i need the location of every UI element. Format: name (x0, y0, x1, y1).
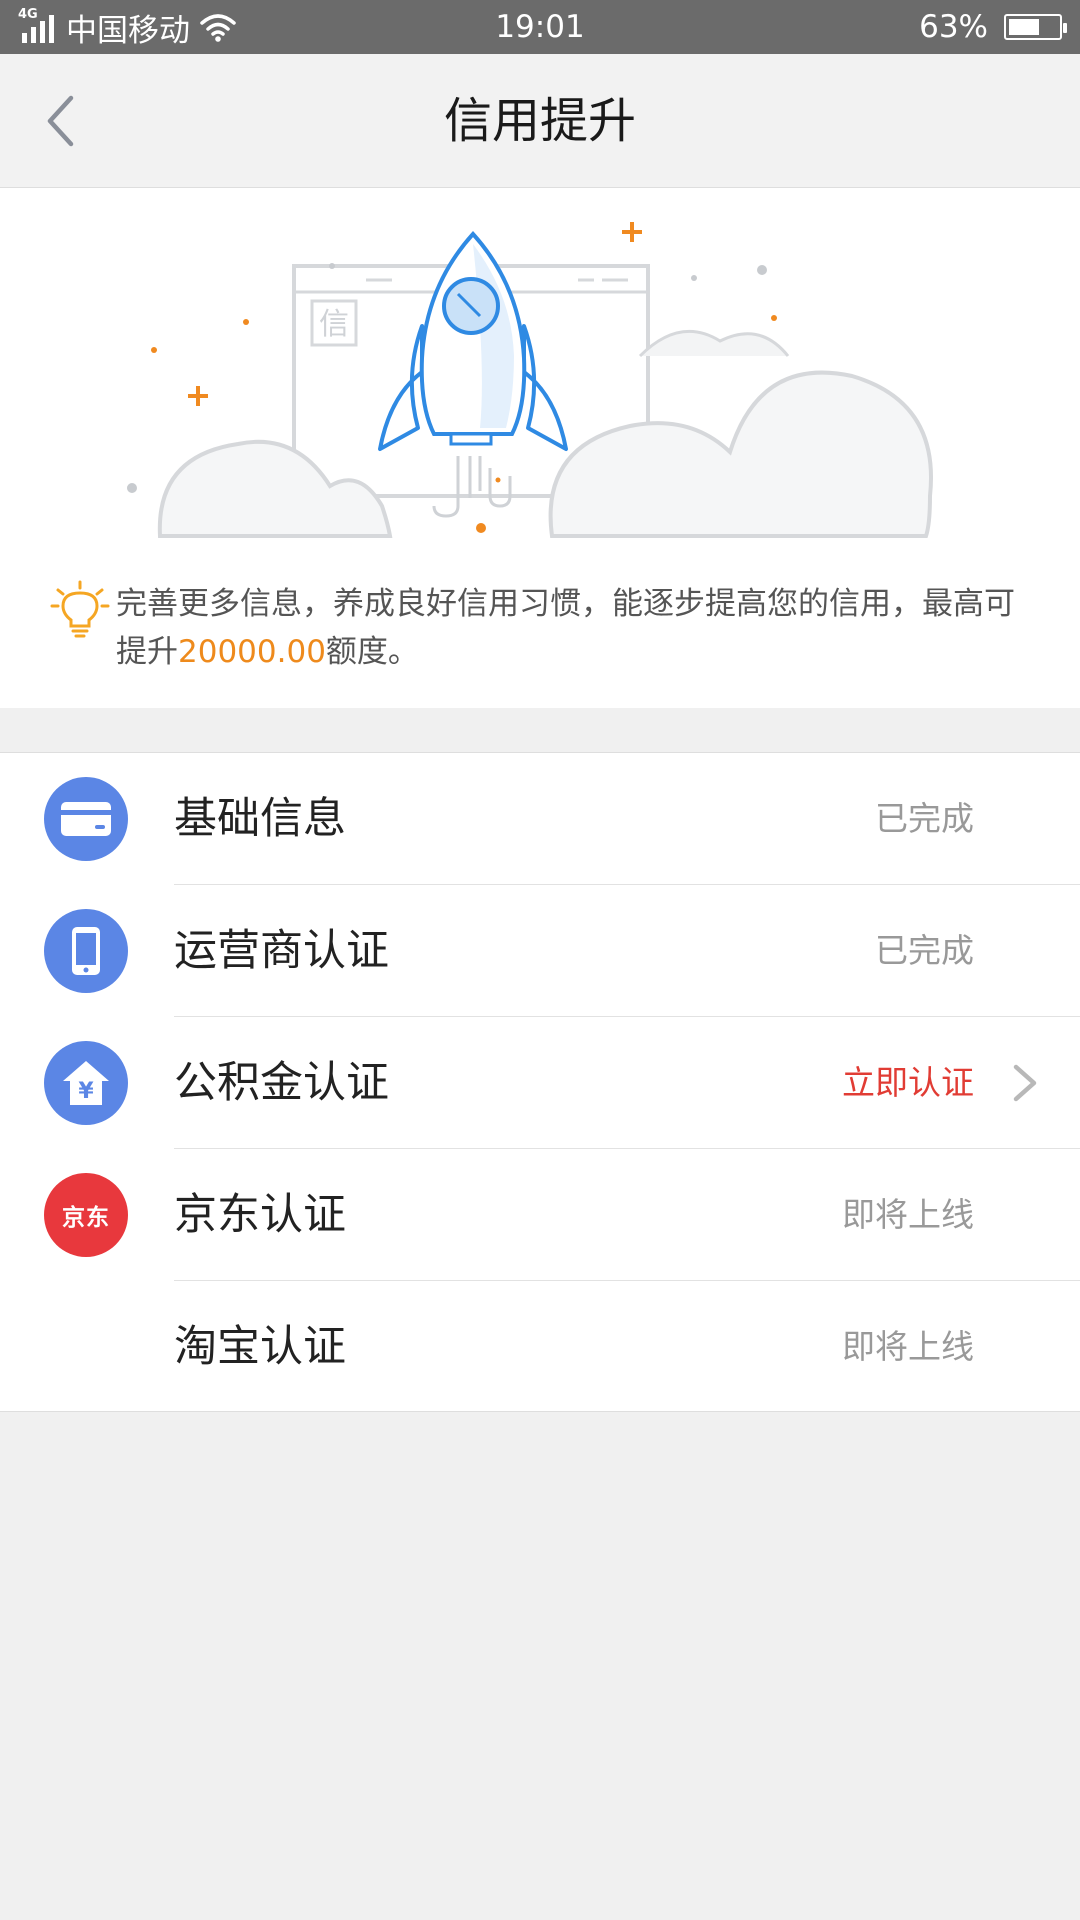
status-bar: 4G 中国移动 19:01 63% (0, 0, 1080, 54)
credit-badge-text: 信 (319, 307, 349, 342)
battery-level (1009, 19, 1039, 35)
page-title: 信用提升 (443, 93, 636, 149)
jd-logo-icon: 京东 (44, 1173, 128, 1257)
list-item-basic-info[interactable]: 基础信息 已完成 (0, 753, 1080, 885)
tip-suffix: 额度。 (325, 634, 419, 670)
rocket-illustration: 信 (127, 222, 933, 538)
battery-percent: 63% (919, 9, 988, 45)
item-status: 即将上线 (842, 1195, 974, 1234)
battery-icon (1004, 14, 1067, 40)
item-status: 已完成 (875, 799, 974, 838)
item-label: 淘宝认证 (174, 1322, 346, 1372)
status-time: 19:01 (495, 9, 585, 45)
svg-text:¥: ¥ (78, 1079, 94, 1104)
list-item-housing-fund[interactable]: ¥ 公积金认证 立即认证 (0, 1017, 1080, 1149)
verify-now-link[interactable]: 立即认证 (842, 1017, 974, 1149)
house-yuan-icon: ¥ (44, 1041, 128, 1125)
list-item-carrier[interactable]: 运营商认证 已完成 (0, 885, 1080, 1017)
tip-message: 完善更多信息，养成良好信用习惯，能逐步提高您的信用，最高可提升20000.00额… (50, 580, 1040, 676)
chevron-right-icon (1013, 1064, 1037, 1102)
item-label: 公积金认证 (174, 1058, 389, 1108)
card-icon (44, 777, 128, 861)
item-status: 已完成 (875, 931, 974, 970)
tip-text: 完善更多信息，养成良好信用习惯，能逐步提高您的信用，最高可提升20000.00额… (110, 580, 1040, 676)
verification-list: 基础信息 已完成 运营商认证 已完成 ¥ 公积金认证 立即认证 京东 京东认证 … (0, 752, 1080, 1412)
item-label: 京东认证 (174, 1190, 346, 1240)
item-status: 即将上线 (842, 1327, 974, 1366)
tip-amount: 20000.00 (178, 634, 326, 670)
list-item-taobao[interactable]: 淘宝认证 即将上线 (0, 1281, 1080, 1413)
nav-bar: 信用提升 (0, 54, 1080, 188)
item-label: 基础信息 (174, 794, 346, 844)
list-item-jd[interactable]: 京东 京东认证 即将上线 (0, 1149, 1080, 1281)
phone-icon (44, 909, 128, 993)
lightbulb-icon (50, 580, 110, 638)
status-right: 63% (919, 0, 1067, 54)
hero-section: 信 完善更多信息，养成良好信用习惯，能逐步提高您的信用，最高可提升20000.0… (0, 188, 1080, 708)
item-label: 运营商认证 (174, 926, 389, 976)
